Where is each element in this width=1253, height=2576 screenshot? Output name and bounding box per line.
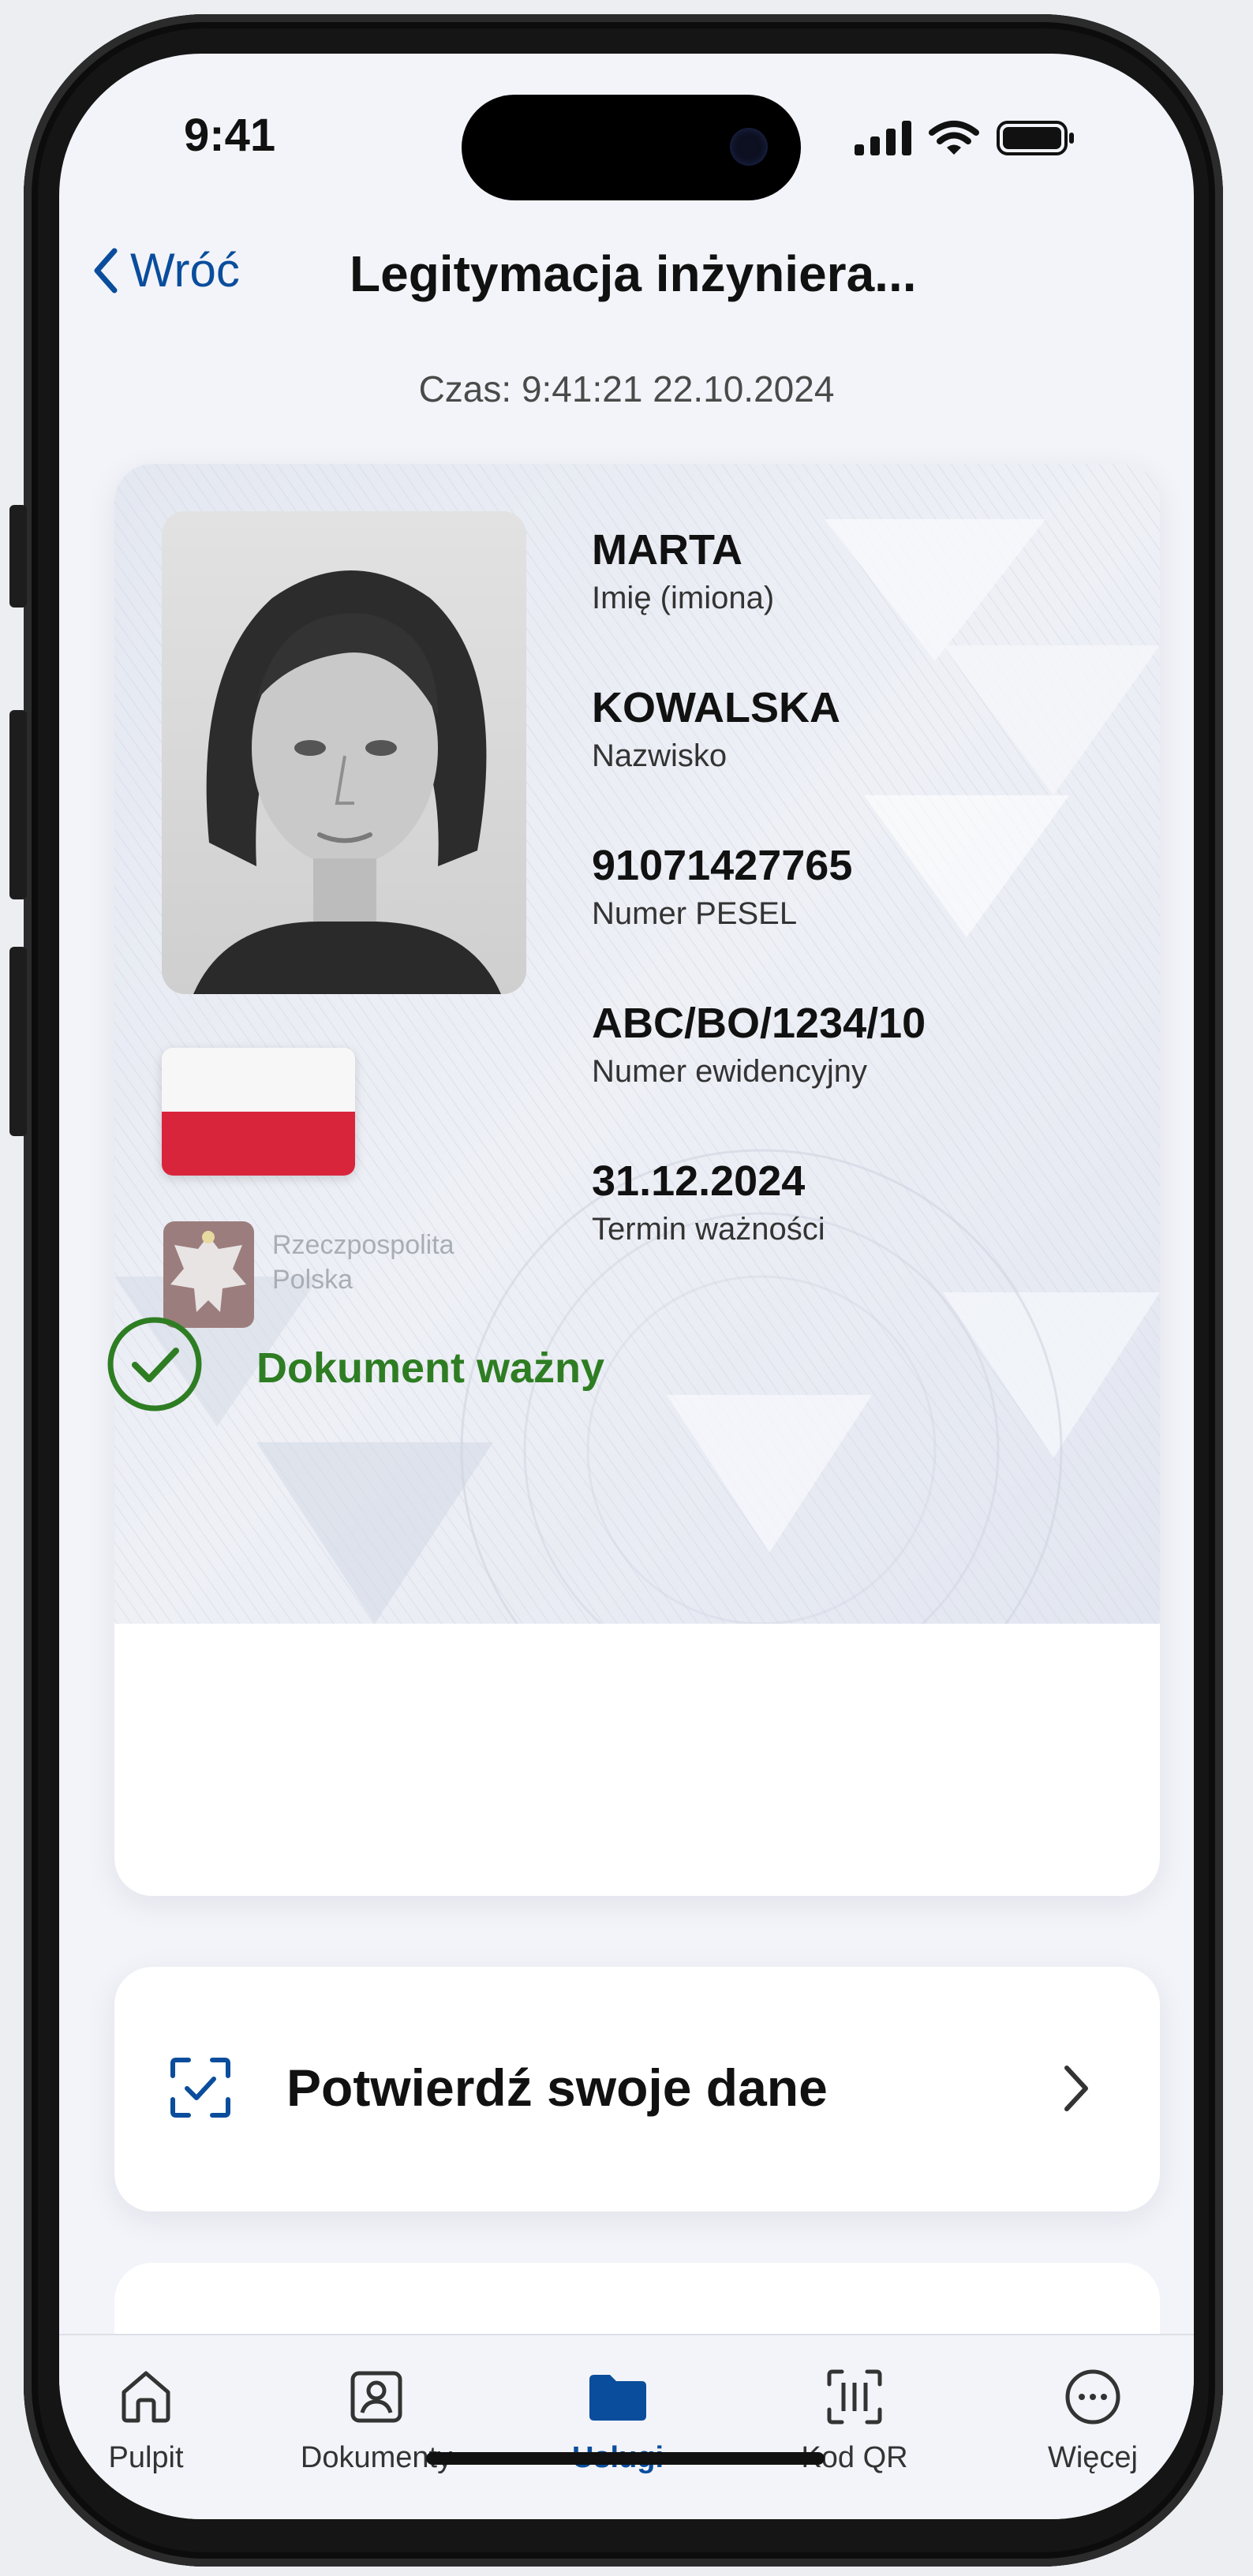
field-registry-number: ABC/BO/1234/10 Numer ewidencyjny bbox=[592, 999, 926, 1090]
portrait-photo bbox=[162, 511, 526, 994]
field-label: Termin ważności bbox=[592, 1212, 825, 1247]
field-last-name: KOWALSKA Nazwisko bbox=[592, 683, 840, 774]
field-value: ABC/BO/1234/10 bbox=[592, 1000, 926, 1047]
camera-icon bbox=[730, 128, 768, 166]
folder-icon bbox=[589, 2375, 646, 2421]
check-circle-icon bbox=[107, 1317, 202, 1411]
confirm-data-label: Potwierdź swoje dane bbox=[286, 2058, 828, 2117]
emblem-line-2: Polska bbox=[272, 1265, 353, 1295]
status-icons bbox=[855, 120, 1075, 156]
scan-check-icon bbox=[170, 2058, 230, 2118]
tab-wiecej[interactable]: Więcej bbox=[1006, 2367, 1180, 2475]
tab-pulpit[interactable]: Pulpit bbox=[59, 2367, 233, 2475]
portrait-illustration bbox=[162, 511, 526, 994]
id-card[interactable]: Rzeczpospolita Polska MARTA Imię (imiona… bbox=[114, 464, 1160, 1896]
polish-flag bbox=[162, 1048, 355, 1176]
home-icon bbox=[122, 2371, 170, 2423]
chevron-left-icon bbox=[94, 248, 118, 293]
confirm-data-button[interactable]: Potwierdź swoje dane bbox=[114, 1967, 1160, 2211]
back-label: Wróć bbox=[130, 244, 240, 297]
field-label: Numer ewidencyjny bbox=[592, 1054, 868, 1089]
tab-label: Pulpit bbox=[108, 2441, 184, 2474]
timestamp: Czas: 9:41:21 22.10.2024 bbox=[418, 368, 835, 409]
eagle-emblem-icon bbox=[163, 1221, 254, 1328]
tab-label: Więcej bbox=[1047, 2441, 1139, 2474]
screen: 9:41 Wróć Legitymacja inżyniera... Czas:… bbox=[59, 54, 1194, 2519]
field-value: MARTA bbox=[592, 526, 742, 574]
field-label: Imię (imiona) bbox=[592, 581, 775, 615]
tab-bar: Pulpit Dokumenty Usługi bbox=[59, 2334, 1194, 2519]
more-icon bbox=[1065, 2369, 1120, 2425]
volume-down-button bbox=[9, 947, 27, 1136]
field-value: 31.12.2024 bbox=[592, 1157, 806, 1205]
home-indicator[interactable] bbox=[426, 2452, 825, 2465]
volume-up-button bbox=[9, 710, 27, 899]
action-button bbox=[9, 505, 27, 608]
field-pesel: 91071427765 Numer PESEL bbox=[592, 841, 852, 932]
id-card-icon bbox=[350, 2371, 402, 2423]
back-button[interactable]: Wróć bbox=[92, 243, 240, 297]
field-value: 91071427765 bbox=[592, 842, 853, 889]
field-label: Numer PESEL bbox=[592, 896, 798, 931]
emblem-line-1: Rzeczpospolita bbox=[272, 1230, 454, 1260]
field-first-name: MARTA Imię (imiona) bbox=[592, 525, 774, 616]
dynamic-island bbox=[462, 95, 801, 200]
chevron-right-icon bbox=[1064, 2066, 1088, 2111]
field-expiry-date: 31.12.2024 Termin ważności bbox=[592, 1157, 825, 1247]
battery-icon bbox=[997, 121, 1074, 155]
field-value: KOWALSKA bbox=[592, 684, 840, 731]
qr-scan-icon bbox=[827, 2369, 882, 2425]
field-label: Nazwisko bbox=[592, 738, 727, 773]
wifi-icon bbox=[929, 121, 979, 155]
signal-icon bbox=[855, 121, 911, 155]
status-time: 9:41 bbox=[184, 110, 276, 161]
page-title: Legitymacja inżyniera... bbox=[350, 245, 917, 302]
emblem-caption: Rzeczpospolita Polska bbox=[272, 1228, 454, 1297]
document-status: Dokument ważny bbox=[256, 1344, 605, 1392]
